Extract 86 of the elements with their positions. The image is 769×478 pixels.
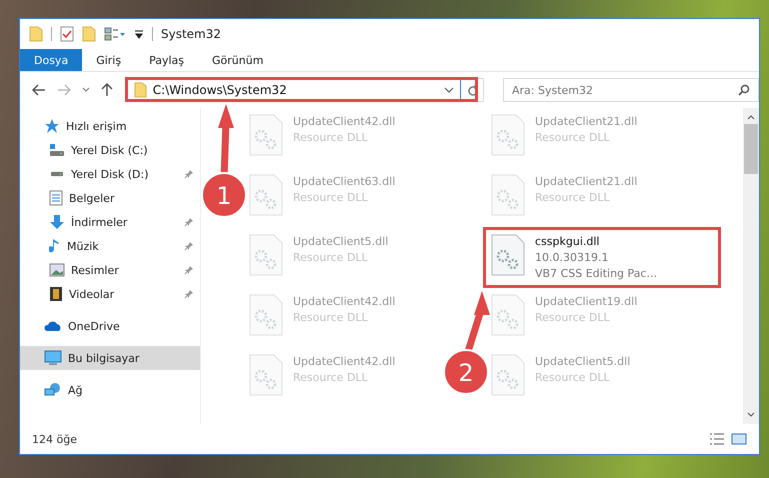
details-view-icon[interactable] [709, 433, 725, 445]
callout-number: 1 [216, 182, 232, 210]
dll-file-icon [491, 294, 525, 336]
pin-icon[interactable] [184, 265, 194, 275]
file-name: UpdateClient63.dll [293, 174, 396, 190]
dll-file-icon [249, 234, 283, 276]
file-detail: Resource DLL [293, 310, 369, 326]
file-detail: Resource DLL [535, 310, 611, 326]
network-icon [44, 382, 62, 398]
dll-file-icon [249, 174, 283, 216]
sidebar-item[interactable]: OneDrive [20, 314, 200, 338]
callout-badge [443, 349, 489, 395]
pin-icon[interactable] [184, 289, 194, 299]
dll-file-icon [491, 114, 525, 156]
scrollbar-thumb[interactable] [744, 124, 758, 174]
ribbon-tab[interactable]: Giriş [82, 49, 136, 71]
file-detail: VB7 CSS Editing Pac... [535, 266, 657, 282]
file-detail: Resource DLL [293, 190, 369, 206]
chevron-down-icon[interactable] [747, 412, 755, 418]
file-detail: Resource DLL [293, 250, 369, 266]
folder-icon [134, 82, 147, 98]
picture-icon [49, 263, 65, 277]
window-title: System32 [161, 27, 222, 41]
sidebar-item[interactable]: Müzik [20, 234, 200, 258]
sidebar-item[interactable]: Resimler [20, 258, 200, 282]
address-path: C:\Windows\System32 [152, 83, 288, 97]
scrollbar[interactable] [743, 108, 759, 424]
document-icon [49, 190, 63, 206]
file-detail: Resource DLL [535, 130, 611, 146]
customize-icon[interactable] [134, 28, 144, 40]
sidebar-item[interactable]: İndirmeler [20, 210, 200, 234]
file-detail: Resource DLL [293, 370, 369, 386]
file-name: UpdateClient21.dll [535, 114, 638, 130]
chevron-down-icon[interactable] [444, 87, 454, 93]
file-name: UpdateClient5.dll [535, 354, 630, 370]
file-name: UpdateClient42.dll [293, 354, 396, 370]
view-icon[interactable] [104, 27, 126, 41]
file-name: UpdateClient19.dll [535, 294, 638, 310]
up-icon[interactable] [100, 83, 113, 97]
search-field[interactable]: Ara: System32 [502, 78, 759, 102]
chevron-up-icon[interactable] [747, 114, 755, 120]
file-detail: Resource DLL [535, 190, 611, 206]
file-detail: 10.0.30319.1 [535, 250, 610, 266]
sidebar-item[interactable]: Bu bilgisayar [20, 346, 200, 370]
ribbon-tab[interactable]: Dosya [20, 49, 82, 71]
sidebar-item[interactable]: Videolar [20, 282, 200, 306]
dll-file-icon [249, 114, 283, 156]
chevron-down-icon[interactable] [82, 87, 90, 93]
ribbon-tab[interactable]: Görünüm [198, 49, 278, 71]
file-name: UpdateClient42.dll [293, 114, 396, 130]
back-icon[interactable] [32, 84, 46, 96]
film-icon [49, 286, 63, 302]
sidebar-item[interactable]: Belgeler [20, 186, 200, 210]
sidebar-item[interactable]: Yerel Disk (C:) [20, 138, 200, 162]
star-icon [44, 118, 60, 134]
file-name: UpdateClient21.dll [535, 174, 638, 190]
dll-file-icon [249, 294, 283, 336]
file-detail: Resource DLL [535, 370, 611, 386]
dll-file-icon [491, 354, 525, 396]
pin-icon[interactable] [184, 241, 194, 251]
sidebar-item[interactable]: Ağ [20, 378, 200, 402]
dll-file-icon [491, 174, 525, 216]
drive-icon [49, 171, 65, 177]
file-item[interactable]: csspkgui.dll 10.0.30319.1 VB7 CSS Editing Pac... [491, 234, 657, 282]
download-icon [49, 214, 65, 230]
file-name: csspkgui.dll [535, 234, 600, 250]
properties-icon[interactable] [60, 26, 74, 42]
dll-file-icon [249, 354, 283, 396]
dll-file-icon [491, 234, 525, 276]
callout-badge [201, 172, 247, 218]
ribbon-tab[interactable]: Paylaş [135, 49, 198, 71]
item-count: 124 öğe [32, 432, 77, 446]
pin-icon[interactable] [184, 217, 194, 227]
drive-icon [49, 143, 65, 157]
pin-icon[interactable] [184, 169, 194, 179]
file-name: UpdateClient42.dll [293, 294, 396, 310]
large-icons-view-icon[interactable] [731, 433, 747, 445]
file-detail: Resource DLL [293, 130, 369, 146]
cloud-icon [44, 320, 62, 332]
sidebar-item[interactable]: Yerel Disk (D:) [20, 162, 200, 186]
file-name: UpdateClient5.dll [293, 234, 388, 250]
callout-number: 2 [458, 359, 474, 387]
search-icon[interactable] [738, 84, 750, 96]
computer-icon [44, 350, 62, 366]
sidebar-item[interactable]: Hızlı erişim [20, 114, 200, 138]
music-note-icon [49, 238, 61, 254]
